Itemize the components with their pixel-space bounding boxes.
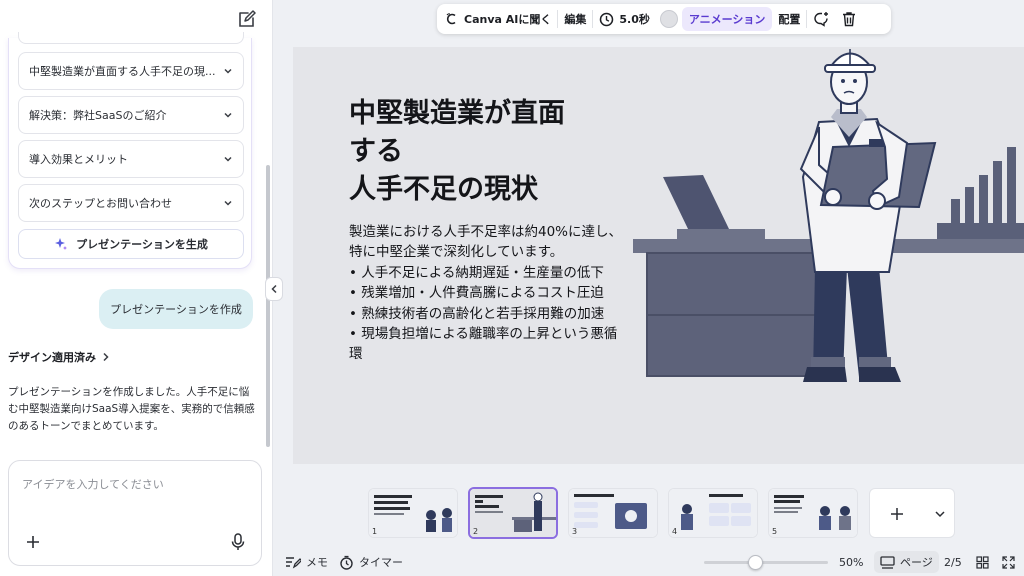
outline-item-previous [18,32,244,44]
delete-button[interactable] [836,4,862,34]
edit-button[interactable]: 編集 [558,4,592,34]
zoom-slider-handle[interactable] [748,555,763,570]
plus-icon[interactable] [25,534,41,550]
color-swatch[interactable] [659,10,678,28]
grid-icon [976,555,989,569]
collapse-panel-button[interactable] [265,277,283,301]
ai-assistant-panel: 中堅製造業が直面する人手不足の現... 解決策：弊社SaaSのご紹介 導入効果と… [0,0,273,576]
thumbnail-number: 4 [672,527,678,536]
clock-icon [600,12,614,26]
duration-button[interactable]: 5.0秒 [593,4,656,34]
expand-icon [1002,555,1015,569]
generate-button-label: プレゼンテーションを生成 [76,238,208,251]
canva-ai-label: Canva AIに聞く [464,13,552,26]
outline-item-label: 中堅製造業が直面する人手不足の現... [29,65,216,78]
slide-title[interactable]: 中堅製造業が直面 する 人手不足の現状 [349,95,629,209]
outline-item-label: 解決策：弊社SaaSのご紹介 [29,109,167,122]
animation-label: アニメーション [688,13,766,26]
outline-card: 中堅製造業が直面する人手不足の現... 解決策：弊社SaaSのご紹介 導入効果と… [8,32,252,269]
thumbnail-number: 3 [572,527,578,536]
chevron-down-icon [224,112,232,118]
edit-label: 編集 [564,13,587,26]
canva-ai-icon [446,13,456,25]
design-applied-label: デザイン適用済み [8,351,96,364]
notes-button[interactable]: メモ [285,548,328,576]
outline-item-2[interactable]: 解決策：弊社SaaSのご紹介 [18,96,244,134]
page-thumbnail-1[interactable]: 1 [368,488,458,538]
outline-item-4[interactable]: 次のステップとお問い合わせ [18,184,244,222]
prompt-input[interactable]: アイデアを入力してください [8,460,262,566]
fullscreen-button[interactable] [1002,548,1015,576]
timer-button[interactable]: タイマー [339,548,403,576]
thumbnail-preview [470,489,556,537]
chevron-down-icon[interactable] [934,509,946,519]
context-toolbar: Canva AIに聞く 編集 5.0秒 アニメーション 配置 [437,4,891,34]
chevron-down-icon [224,68,232,74]
chevron-down-icon [224,200,232,206]
bottom-bar: メモ タイマー 50% ページ 2/5 [273,548,1024,576]
page-thumbnail-4[interactable]: 4 [668,488,758,538]
chevron-right-icon [103,352,109,362]
user-message-bubble: プレゼンテーションを作成 [99,289,253,329]
animation-button[interactable]: アニメーション [681,7,773,31]
page-view-icon [880,555,895,569]
thumbnail-preview [369,489,457,537]
arrange-button[interactable]: 配置 [772,4,806,34]
add-page-icon[interactable] [889,506,905,522]
page-view-label: ページ [900,556,933,569]
add-comment-icon [814,12,829,27]
slide-body-text[interactable]: 製造業における人手不足率は約40%に達し、特に中堅企業で深刻化しています。 • … [349,222,629,365]
zoom-value: 50% [839,555,864,569]
generate-presentation-button[interactable]: プレゼンテーションを生成 [18,229,244,259]
new-chat-icon[interactable] [236,8,258,30]
design-applied-link[interactable]: デザイン適用済み [8,349,110,365]
outline-item-label: 導入効果とメリット [29,153,128,166]
ai-response-text: プレゼンテーションを作成しました。人手不足に悩む中堅製造業向けSaaS導入提案を… [8,386,255,432]
thumbnail-number: 1 [372,527,378,536]
notes-icon [286,557,301,569]
canva-ai-button[interactable]: Canva AIに聞く [437,4,557,34]
panel-scrollbar[interactable] [266,165,270,447]
outline-item-label: 次のステップとお問い合わせ [29,197,172,210]
microphone-icon[interactable] [231,533,245,551]
grid-view-button[interactable] [976,548,989,576]
page-thumbnail-3[interactable]: 3 [568,488,658,538]
chevron-down-icon [224,156,232,162]
outline-item-3[interactable]: 導入効果とメリット [18,140,244,178]
notes-label: メモ [306,556,328,569]
page-count-value: 2/5 [944,555,962,569]
trash-icon [843,12,856,27]
timer-icon [340,555,353,570]
page-thumbnail-5[interactable]: 5 [768,488,858,538]
thumbnail-number: 2 [473,527,479,536]
thumbnail-preview [769,489,857,537]
page-thumbnail-2[interactable]: 2 [468,487,558,539]
thumbnail-preview [669,489,757,537]
zoom-slider-track[interactable] [704,561,828,564]
worker-illustration[interactable] [633,47,1024,464]
add-comment-button[interactable] [807,4,836,34]
arrange-label: 配置 [778,13,801,26]
sparkle-icon [55,238,68,250]
page-counter: 2/5 [944,548,962,576]
duration-label: 5.0秒 [619,13,650,26]
page-view-button[interactable]: ページ [874,551,939,573]
slide-canvas[interactable]: 中堅製造業が直面 する 人手不足の現状 製造業における人手不足率は約40%に達し… [293,47,1024,464]
zoom-level[interactable]: 50% [839,548,863,576]
add-page-area [869,488,955,538]
timer-label: タイマー [359,556,403,569]
outline-item-1[interactable]: 中堅製造業が直面する人手不足の現... [18,52,244,90]
thumbnail-preview [569,489,657,537]
prompt-placeholder: アイデアを入力してください [22,478,164,491]
user-message-text: プレゼンテーションを作成 [110,303,242,316]
thumbnail-number: 5 [772,527,778,536]
chevron-left-icon [271,284,277,294]
